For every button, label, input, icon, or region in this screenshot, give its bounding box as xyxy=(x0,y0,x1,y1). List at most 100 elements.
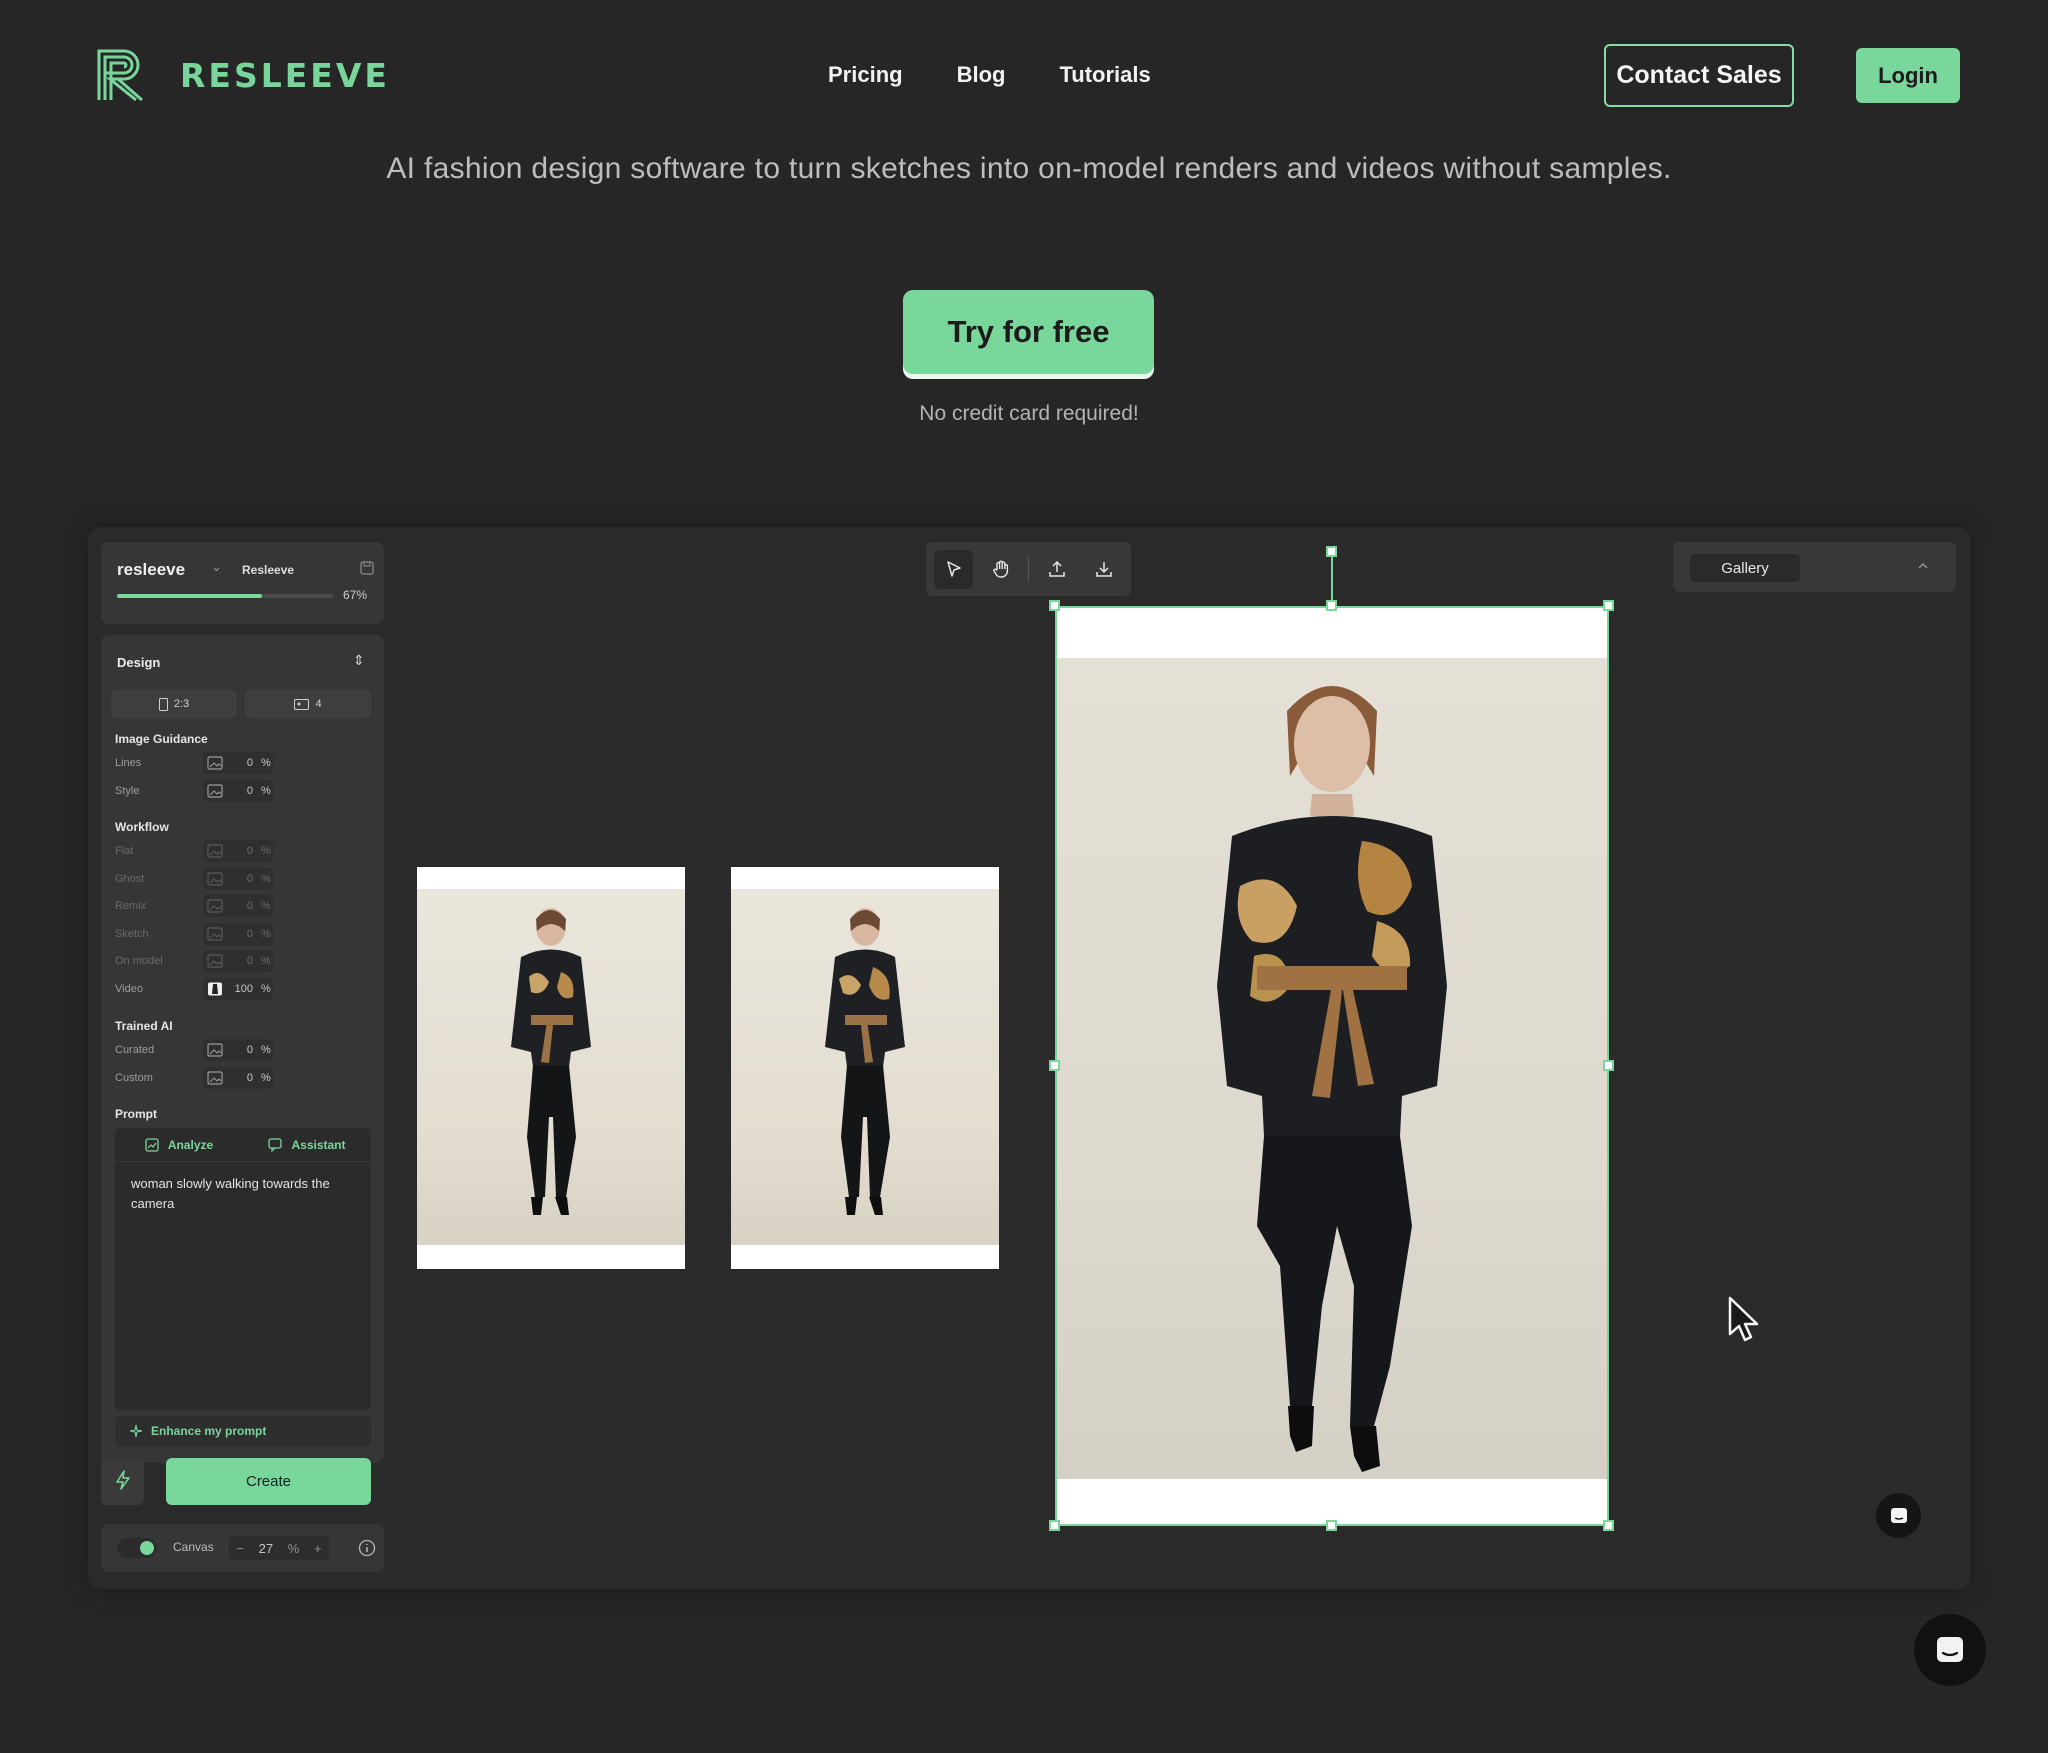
download-button[interactable] xyxy=(1084,550,1123,589)
tab-gallery[interactable]: Gallery xyxy=(1690,554,1800,582)
zoom-in-button[interactable]: + xyxy=(314,1541,322,1556)
team-name: Resleeve xyxy=(242,563,295,577)
setting-input[interactable]: 0% xyxy=(203,1066,273,1089)
setting-input[interactable]: 0% xyxy=(203,752,273,774)
project-name[interactable]: resleeve xyxy=(117,560,185,580)
setting-unit: % xyxy=(261,1071,271,1084)
design-panel-title: Design xyxy=(117,655,161,670)
image-upload-icon xyxy=(207,844,223,858)
info-icon[interactable] xyxy=(358,1539,376,1557)
trained-ai-title: Trained AI xyxy=(115,1019,173,1033)
chat-icon xyxy=(1937,1637,1963,1662)
quick-generate-button[interactable] xyxy=(101,1458,144,1505)
enhance-prompt-label: Enhance my prompt xyxy=(151,1424,267,1438)
resize-handle-left[interactable] xyxy=(1049,1060,1060,1071)
fashion-model-figure xyxy=(825,908,905,1215)
setting-unit: % xyxy=(261,757,271,769)
aspect-ratio-selector[interactable]: 2:3 xyxy=(111,690,237,718)
zoom-value[interactable]: 27 xyxy=(259,1541,273,1556)
setting-input[interactable]: 0% xyxy=(203,950,273,972)
setting-input[interactable]: 0% xyxy=(203,867,273,890)
create-button[interactable]: Create xyxy=(166,1458,371,1505)
setting-unit: % xyxy=(261,955,271,967)
login-button[interactable]: Login xyxy=(1856,48,1960,103)
nav-link-tutorials[interactable]: Tutorials xyxy=(1059,62,1150,88)
generated-image-thumbnail[interactable] xyxy=(731,867,999,1269)
upload-button[interactable] xyxy=(1037,550,1076,589)
setting-unit: % xyxy=(261,927,271,940)
tab-assistant-label: Assistant xyxy=(291,1137,346,1152)
canvas-controls: Canvas − 27 % + xyxy=(101,1524,384,1572)
canvas-toggle[interactable] xyxy=(117,1538,157,1558)
nav-link-pricing[interactable]: Pricing xyxy=(828,62,903,88)
image-guidance-title: Image Guidance xyxy=(115,732,208,746)
setting-input[interactable]: 0% xyxy=(203,895,273,917)
progress-percent: 67% xyxy=(343,588,368,602)
support-chat-button[interactable] xyxy=(1914,1614,1986,1686)
rotate-handle[interactable] xyxy=(1326,546,1337,557)
setting-value: 0 xyxy=(246,955,253,967)
setting-value: 0 xyxy=(246,927,253,940)
progress-fill xyxy=(117,594,262,598)
resize-handle-bottom-right[interactable] xyxy=(1603,1520,1614,1531)
resize-handle-top-right[interactable] xyxy=(1603,600,1614,611)
setting-input[interactable]: 0% xyxy=(203,779,273,802)
resize-handle-bottom[interactable] xyxy=(1326,1520,1337,1531)
hand-icon xyxy=(992,560,1008,578)
selection-box[interactable] xyxy=(1055,606,1609,1526)
setting-input[interactable]: 0% xyxy=(203,1039,273,1061)
setting-value: 0 xyxy=(246,784,253,797)
chevron-down-icon[interactable]: ⌄ xyxy=(211,559,222,575)
tab-assistant[interactable]: Assistant xyxy=(243,1128,371,1161)
setting-label: Lines xyxy=(115,757,142,769)
setting-row-remix[interactable]: Remix 0% xyxy=(115,895,375,917)
setting-row-flat[interactable]: Flat 0% xyxy=(115,840,375,862)
image-count-selector[interactable]: 4 xyxy=(245,690,371,718)
resize-handle-right[interactable] xyxy=(1603,1060,1614,1071)
select-tool-button[interactable] xyxy=(934,549,973,589)
resize-handle-top[interactable] xyxy=(1326,600,1337,611)
setting-label: Curated xyxy=(115,1044,155,1056)
canvas-label: Canvas xyxy=(173,1540,214,1554)
assistant-chat-icon xyxy=(268,1137,283,1152)
image-upload-icon xyxy=(207,926,223,941)
generated-image-thumbnail[interactable] xyxy=(417,867,685,1269)
setting-label: Ghost xyxy=(115,872,145,885)
setting-row-lines[interactable]: Lines 0% xyxy=(115,752,375,774)
save-icon[interactable] xyxy=(359,560,375,576)
setting-row-sketch[interactable]: Sketch 0% xyxy=(115,922,375,945)
nav-link-blog[interactable]: Blog xyxy=(957,62,1006,88)
expand-collapse-icon[interactable]: ⇕ xyxy=(353,652,365,669)
setting-row-ghost[interactable]: Ghost 0% xyxy=(115,867,375,890)
zoom-control: − 27 % + xyxy=(229,1536,329,1560)
resize-handle-bottom-left[interactable] xyxy=(1049,1520,1060,1531)
resize-handle-top-left[interactable] xyxy=(1049,600,1060,611)
setting-label: Style xyxy=(115,784,140,797)
analyze-icon xyxy=(145,1137,159,1152)
images-icon xyxy=(294,698,310,710)
try-for-free-button[interactable]: Try for free xyxy=(903,290,1154,374)
pan-tool-button[interactable] xyxy=(981,550,1020,589)
setting-value: 0 xyxy=(246,1044,253,1056)
contact-sales-button[interactable]: Contact Sales xyxy=(1604,44,1794,107)
setting-row-curated[interactable]: Curated 0% xyxy=(115,1039,375,1061)
setting-row-custom[interactable]: Custom 0% xyxy=(115,1066,375,1089)
setting-row-video[interactable]: Video 100% xyxy=(115,977,375,1000)
chevron-up-icon[interactable] xyxy=(1917,561,1929,571)
site-header: RESLEEVE Pricing Blog Tutorials Contact … xyxy=(0,0,2048,150)
setting-row-style[interactable]: Style 0% xyxy=(115,779,375,802)
tab-analyze[interactable]: Analyze xyxy=(115,1128,243,1161)
setting-input[interactable]: 0% xyxy=(203,922,273,945)
setting-unit: % xyxy=(261,845,271,857)
zoom-out-button[interactable]: − xyxy=(236,1541,244,1556)
enhance-prompt-button[interactable]: Enhance my prompt xyxy=(115,1416,371,1446)
setting-input[interactable]: 0% xyxy=(203,840,273,862)
setting-input[interactable]: 100% xyxy=(203,977,273,1000)
image-upload-icon xyxy=(207,899,223,913)
upload-icon xyxy=(1048,560,1065,577)
prompt-textarea[interactable]: woman slowly walking towards the camera xyxy=(115,1162,371,1388)
setting-row-on-model[interactable]: On model 0% xyxy=(115,950,375,972)
brand-logo[interactable]: RESLEEVE xyxy=(96,48,390,102)
in-app-chat-button[interactable] xyxy=(1876,1493,1921,1538)
canvas-toolbar xyxy=(926,542,1131,596)
